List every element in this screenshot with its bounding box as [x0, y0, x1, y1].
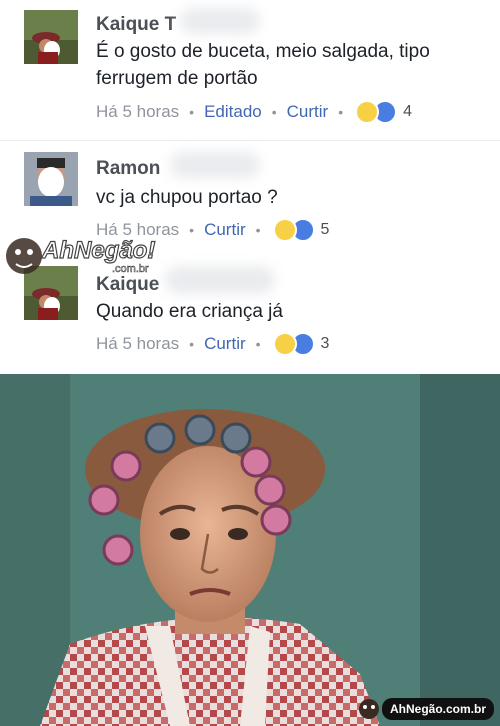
comment-time[interactable]: Há 5 horas: [96, 102, 179, 122]
comment-text: É o gosto de buceta, meio salgada, tipo …: [96, 41, 430, 89]
edited-link[interactable]: Editado: [204, 102, 262, 122]
reaction-count: 3: [320, 335, 330, 352]
censor-blur: [180, 8, 260, 34]
watermark-footer: AhNegão.com.br: [356, 698, 494, 720]
like-link[interactable]: Curtir: [287, 102, 329, 122]
separator-dot: •: [189, 336, 195, 352]
separator-dot: •: [255, 222, 261, 238]
watermark-logo: AhNegão! .com.br: [0, 224, 170, 288]
censor-blur: [165, 266, 275, 294]
comment-meta: Há 5 horas • Editado • Curtir • 4: [96, 100, 412, 124]
reaction-count: 4: [403, 103, 413, 120]
comment-time[interactable]: Há 5 horas: [96, 334, 179, 354]
haha-reaction-icon: [272, 218, 297, 242]
separator-dot: •: [189, 104, 195, 120]
like-link[interactable]: Curtir: [204, 220, 246, 240]
comment-author[interactable]: Ramon: [96, 158, 160, 180]
comment-1: Kaique T É o gosto de buceta, meio salga…: [0, 0, 500, 140]
comment-text: Quando era criança já: [96, 301, 283, 322]
reactions-summary[interactable]: 4: [355, 100, 412, 124]
separator-dot: •: [338, 104, 344, 120]
censor-blur: [170, 152, 260, 178]
meme-photo: AhNegão.com.br: [0, 374, 500, 726]
haha-reaction-icon: [272, 332, 297, 356]
reaction-count: 5: [320, 221, 330, 238]
avatar[interactable]: [24, 10, 78, 64]
separator-dot: •: [255, 336, 261, 352]
watermark-text: AhNegão.com.br: [381, 698, 494, 720]
reactions-summary[interactable]: 5: [272, 218, 330, 242]
svg-text:AhNegão!: AhNegão!: [41, 237, 155, 264]
comment-text: vc ja chupou portao ?: [96, 187, 278, 208]
separator-dot: •: [189, 222, 195, 238]
haha-reaction-icon: [355, 100, 380, 124]
like-link[interactable]: Curtir: [204, 334, 246, 354]
comment-meta: Há 5 horas • Curtir • 3: [96, 332, 329, 356]
svg-text:.com.br: .com.br: [112, 263, 149, 275]
reactions-summary[interactable]: 3: [272, 332, 330, 356]
comments-panel: Kaique T É o gosto de buceta, meio salga…: [0, 0, 500, 372]
mascot-icon: [358, 699, 379, 719]
comment-author[interactable]: Kaique T: [96, 14, 176, 36]
separator-dot: •: [271, 104, 277, 120]
avatar[interactable]: [24, 152, 78, 206]
